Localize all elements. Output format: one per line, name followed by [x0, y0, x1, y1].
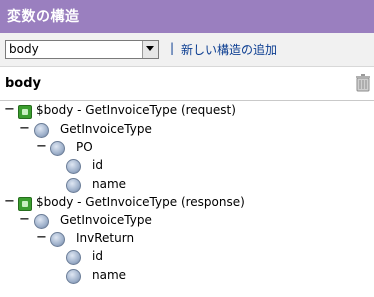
tree-node-label: id	[92, 158, 103, 172]
circle-node-icon	[34, 214, 49, 229]
structure-select-value: body	[9, 42, 39, 56]
tree-node-label: GetInvoiceType	[60, 122, 152, 136]
collapse-icon[interactable]: −	[36, 139, 47, 154]
circle-node-icon	[34, 123, 49, 138]
circle-node-icon	[50, 232, 65, 247]
structure-header: body	[0, 67, 374, 101]
circle-node-icon	[50, 141, 65, 156]
tree-node-label: name	[92, 177, 127, 191]
separator: |	[170, 41, 175, 55]
tree-node-label: PO	[76, 140, 93, 154]
tree-node-label: $body - GetInvoiceType (request)	[36, 103, 236, 117]
structure-select[interactable]: body	[5, 40, 159, 59]
circle-node-icon	[66, 159, 81, 174]
collapse-icon[interactable]: −	[19, 212, 30, 227]
circle-node-icon	[66, 250, 81, 265]
collapse-icon[interactable]: −	[4, 102, 15, 117]
circle-node-icon	[66, 178, 81, 193]
add-structure-link[interactable]: 新しい構造の追加	[181, 41, 277, 58]
tree-node-label: id	[92, 249, 103, 263]
collapse-icon[interactable]: −	[19, 121, 30, 136]
trash-icon[interactable]	[355, 74, 371, 92]
title-bar: 変数の構造	[0, 0, 374, 33]
collapse-icon[interactable]: −	[36, 230, 47, 245]
panel-title: 変数の構造	[7, 9, 80, 25]
toolbar: body | 新しい構造の追加	[0, 33, 374, 67]
tree-node-label: name	[92, 268, 127, 282]
tree-node-label: InvReturn	[76, 231, 135, 245]
green-box-icon	[18, 197, 32, 211]
green-box-icon	[18, 105, 32, 119]
tree-node-label: $body - GetInvoiceType (response)	[36, 195, 245, 209]
collapse-icon[interactable]: −	[4, 194, 15, 209]
structure-name: body	[5, 76, 42, 91]
tree-node-label: GetInvoiceType	[60, 213, 152, 227]
chevron-down-icon[interactable]	[142, 41, 158, 58]
circle-node-icon	[66, 269, 81, 284]
